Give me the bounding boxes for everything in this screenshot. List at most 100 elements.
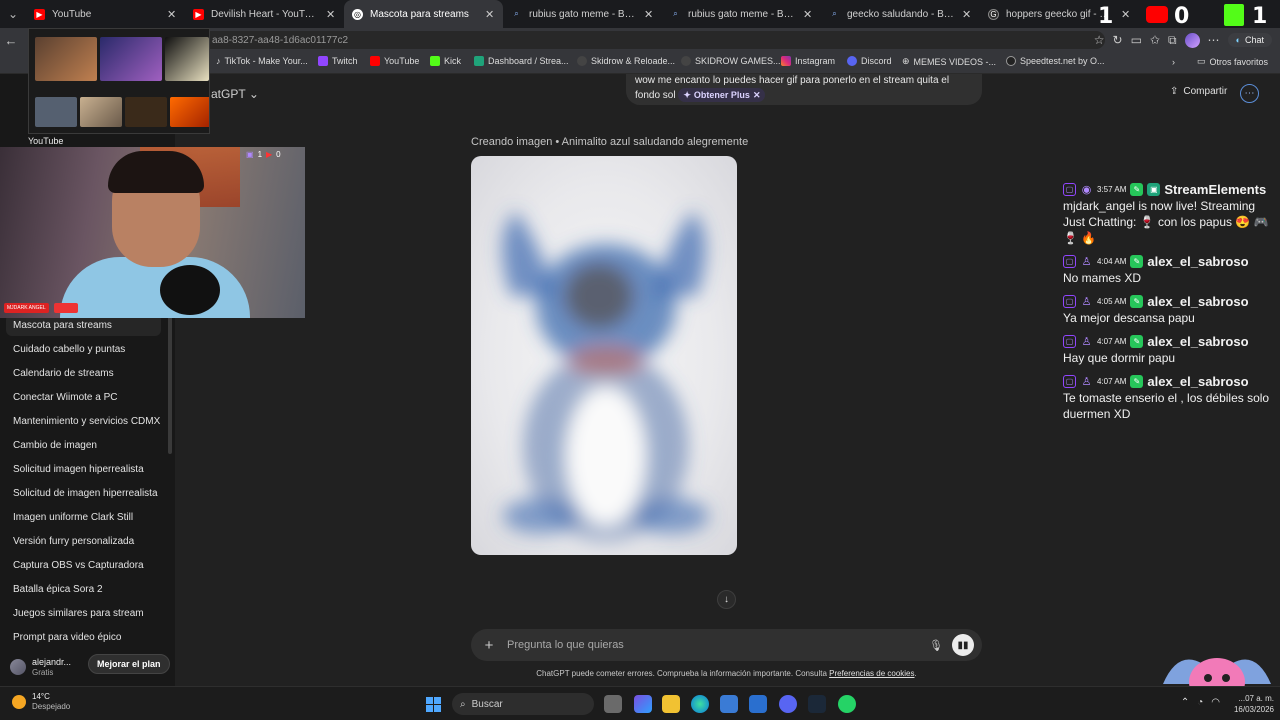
tab-geecko[interactable]: ⌕ geecko saludando - Búsqueda ✕ — [821, 0, 980, 28]
chevron-right-icon: › — [1171, 56, 1175, 67]
close-icon[interactable]: ✕ — [326, 8, 336, 21]
thumbnail — [35, 37, 97, 81]
chat-message: ▢ ◉ 3:57 AM ✎ ▣ StreamElements mjdark_angel is… — [1063, 180, 1280, 246]
close-icon[interactable]: ✕ — [167, 8, 177, 21]
bookmark-dashboard[interactable]: Dashboard / Strea... — [468, 56, 575, 66]
copilot-chat-button[interactable]: ◐ Chat — [1227, 33, 1272, 47]
more-options-button[interactable]: ⋯ — [1240, 84, 1259, 103]
tab-hoppers[interactable]: G hoppers geecko gif - Buscar co ✕ — [980, 0, 1139, 28]
twitch-icon: ▢ — [1063, 294, 1076, 308]
tab-rubius-1[interactable]: ⌕ rubius gato meme - Búsqueda ✕ — [503, 0, 662, 28]
tab-youtube[interactable]: ▶ YouTube ✕ — [26, 0, 185, 28]
other-favorites[interactable]: › ▭ Otros favoritos — [1172, 56, 1268, 67]
upgrade-plan-button[interactable]: Mejorar el plan — [88, 654, 170, 674]
streamer-hair — [108, 151, 204, 193]
task-view-icon[interactable] — [604, 695, 622, 713]
thumbnail — [35, 97, 77, 127]
chevron-up-icon[interactable]: ⌃ — [1181, 697, 1189, 708]
sidebar-item-chat[interactable]: Versión furry personalizada — [6, 530, 161, 552]
mail-icon[interactable] — [749, 695, 767, 713]
sidebar-item-chat[interactable]: Calendario de streams — [6, 362, 161, 384]
sidebar-item-chat[interactable]: Cambio de imagen — [6, 434, 161, 456]
microphone-pop-filter — [160, 265, 220, 315]
bookmark-instagram[interactable]: Instagram — [775, 56, 841, 66]
sidebar-item-chat[interactable]: Batalla épica Sora 2 — [6, 578, 161, 600]
tab-devilish-heart[interactable]: ▶ Devilish Heart - YouTube ✕ — [185, 0, 344, 28]
bookmark-label: TikTok - Make Your... — [224, 56, 308, 66]
chat-message-meta: ▢ ♙ 4:05 AM ✎ alex_el_sabroso — [1063, 292, 1280, 310]
menu-dots-icon[interactable]: ⋯ — [1208, 33, 1220, 47]
tab-search-chevron-icon[interactable]: ⌄ — [0, 0, 26, 28]
microphone-icon[interactable]: 🎙 — [926, 639, 946, 652]
close-icon[interactable]: ✕ — [803, 8, 813, 21]
close-icon[interactable]: ✕ — [962, 8, 972, 21]
sidebar-scrollbar[interactable] — [168, 314, 172, 454]
youtube-tab-preview[interactable] — [28, 28, 210, 134]
bookmark-tiktok[interactable]: ♪ TikTok - Make Your... — [210, 56, 314, 66]
weather-condition: Despejado — [32, 702, 71, 711]
bookmark-skidrow[interactable]: Skidrow & Reloade... — [571, 56, 681, 66]
chat-message-meta: ▢ ♙ 4:07 AM ✎ alex_el_sabroso — [1063, 332, 1280, 350]
widgets-icon[interactable] — [634, 695, 652, 713]
sidebar-item-chat[interactable]: Cuidado cabello y puntas — [6, 338, 161, 360]
share-button[interactable]: ⇪ Compartir — [1170, 86, 1227, 97]
close-icon[interactable]: ✕ — [753, 88, 761, 102]
favorites-icon[interactable]: ✩ — [1150, 33, 1160, 47]
bookmark-skidrow-games[interactable]: SKIDROW GAMES... — [675, 56, 787, 66]
bookmark-youtube[interactable]: YouTube — [364, 56, 425, 66]
back-icon[interactable]: ← — [0, 28, 22, 52]
taskbar-search[interactable]: ⌕ Buscar — [452, 693, 594, 715]
sidebar-item-chat[interactable]: Mantenimiento y servicios CDMX — [6, 410, 161, 432]
generated-image-placeholder[interactable] — [471, 156, 737, 555]
tiktok-icon: ♪ — [216, 56, 221, 66]
steam-icon[interactable] — [808, 695, 826, 713]
bookmark-discord[interactable]: Discord — [841, 56, 898, 66]
model-selector[interactable]: atGPT ⌄ — [211, 87, 259, 101]
notification-icon[interactable]: ◔ — [1197, 697, 1203, 708]
sidebar-item-chat[interactable]: Imagen uniforme Clark Still — [6, 506, 161, 528]
address-bar[interactable]: aa8-8327-aa48-1d6ac01177c2 — [200, 31, 1105, 49]
bookmark-speedtest[interactable]: Speedtest.net by O... — [1000, 56, 1111, 66]
composer[interactable]: + Pregunta lo que quieras 🎙 ▮▮ — [471, 629, 982, 661]
whatsapp-icon[interactable] — [838, 695, 856, 713]
windows-start-icon[interactable] — [426, 697, 441, 712]
refresh-icon[interactable]: ↻ — [1113, 33, 1123, 47]
profile-avatar[interactable] — [1184, 32, 1200, 48]
sidebar-item-chat[interactable]: Juegos similares para stream — [6, 602, 161, 624]
edge-icon[interactable] — [691, 695, 709, 713]
weather-widget[interactable]: 14°C Despejado — [12, 692, 70, 711]
tab-strip: ⌄ ▶ YouTube ✕ ▶ Devilish Heart - YouTube… — [0, 0, 1280, 28]
cam-counters: ▣ 1 ▶ 0 — [246, 150, 281, 159]
close-icon[interactable]: ✕ — [1121, 8, 1131, 21]
collections-icon[interactable]: ⧉ — [1168, 33, 1177, 48]
sidebar-item-chat[interactable]: Captura OBS vs Capturadora — [6, 554, 161, 576]
sidebar-item-chat[interactable]: Solicitud de imagen hiperrealista — [6, 482, 161, 504]
user-profile[interactable]: alejandr... Gratis Mejorar el plan — [10, 654, 170, 680]
close-icon[interactable]: ✕ — [485, 8, 495, 21]
discord-icon[interactable] — [779, 695, 797, 713]
cookie-preferences-link[interactable]: Preferencias de cookies — [829, 669, 914, 678]
thumbnail — [80, 97, 122, 127]
wifi-icon[interactable]: ◠ — [1211, 697, 1220, 708]
sidebar-item-chat[interactable]: Conectar Wiimote a PC — [6, 386, 161, 408]
clock[interactable]: ...07 a. m. 16/03/2026 — [1234, 693, 1274, 715]
bookmark-kick[interactable]: Kick — [424, 56, 467, 66]
close-icon[interactable]: ✕ — [644, 8, 654, 21]
tab-mascota[interactable]: ◎ Mascota para streams ✕ — [344, 0, 503, 28]
store-icon[interactable] — [720, 695, 738, 713]
add-attachment-icon[interactable]: + — [479, 637, 499, 654]
get-plus-pill[interactable]: ✦ Obtener Plus ✕ — [678, 88, 766, 102]
sidebar-item-chat[interactable]: Prompt para video épico — [6, 626, 161, 648]
bookmark-star-icon[interactable]: ☆ — [1094, 33, 1105, 47]
bookmark-label: SKIDROW GAMES... — [695, 56, 781, 66]
scroll-down-button[interactable]: ↓ — [717, 590, 736, 609]
bookmark-twitch[interactable]: Twitch — [312, 56, 364, 66]
tab-rubius-2[interactable]: ⌕ rubius gato meme - Búsqueda Im ✕ — [662, 0, 821, 28]
bookmark-memes[interactable]: ⊕ MEMES VIDEOS -... — [896, 56, 1002, 67]
bookmark-label: Skidrow & Reloade... — [591, 56, 676, 66]
sidebar-item-chat[interactable]: Solicitud imagen hiperrealista — [6, 458, 161, 480]
file-explorer-icon[interactable] — [662, 695, 680, 713]
prompt-input[interactable]: Pregunta lo que quieras — [507, 639, 926, 651]
split-view-icon[interactable]: ▭ — [1131, 33, 1142, 47]
voice-mode-button[interactable]: ▮▮ — [952, 634, 974, 656]
